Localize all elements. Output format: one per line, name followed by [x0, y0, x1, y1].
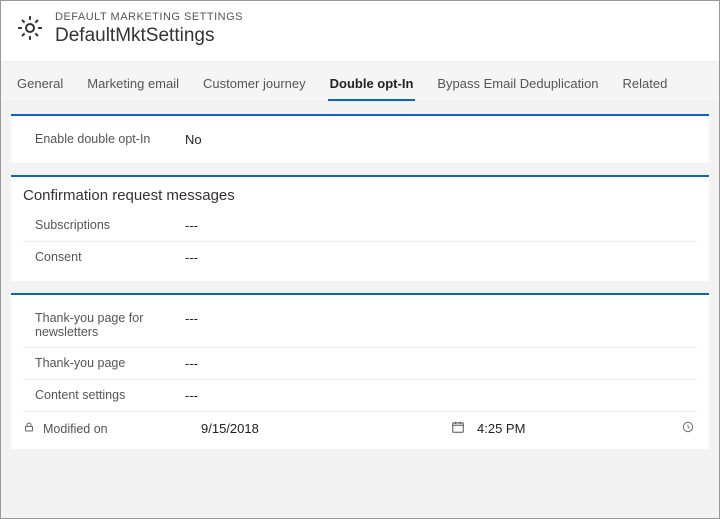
ty-news-label: Thank-you page for newsletters [35, 311, 185, 339]
page-subtitle: DEFAULT MARKETING SETTINGS [55, 11, 243, 23]
section-thankyou-settings: Thank-you page for newsletters --- Thank… [11, 293, 709, 449]
header-text: DEFAULT MARKETING SETTINGS DefaultMktSet… [55, 11, 243, 47]
enable-label: Enable double opt-In [35, 132, 185, 146]
page-header: DEFAULT MARKETING SETTINGS DefaultMktSet… [1, 1, 719, 61]
gear-icon [15, 13, 45, 43]
field-modified-on: Modified on 9/15/2018 4:25 PM [23, 412, 697, 441]
form-content: Enable double opt-In No Confirmation req… [1, 102, 719, 518]
section-confirmation-messages: Confirmation request messages Subscripti… [11, 175, 709, 281]
section-title-confirmation: Confirmation request messages [23, 185, 697, 210]
content-settings-value: --- [185, 388, 697, 403]
tab-customer-journey[interactable]: Customer journey [201, 70, 308, 101]
field-content-settings[interactable]: Content settings --- [23, 380, 697, 412]
tab-general[interactable]: General [15, 70, 65, 101]
calendar-icon[interactable] [451, 420, 469, 437]
lock-icon [23, 421, 37, 436]
field-enable-double-opt-in[interactable]: Enable double opt-In No [23, 124, 697, 155]
field-thankyou-newsletters[interactable]: Thank-you page for newsletters --- [23, 303, 697, 348]
modified-on-label: Modified on [43, 422, 201, 436]
field-consent[interactable]: Consent --- [23, 242, 697, 273]
ty-news-value: --- [185, 311, 697, 326]
tab-marketing-email[interactable]: Marketing email [85, 70, 181, 101]
section-enable: Enable double opt-In No [11, 114, 709, 163]
tab-bypass-email-dedup[interactable]: Bypass Email Deduplication [435, 70, 600, 101]
content-settings-label: Content settings [35, 388, 185, 402]
consent-value: --- [185, 250, 697, 265]
settings-window: DEFAULT MARKETING SETTINGS DefaultMktSet… [0, 0, 720, 519]
clock-icon[interactable] [681, 420, 697, 437]
subscriptions-label: Subscriptions [35, 218, 185, 232]
ty-page-value: --- [185, 356, 697, 371]
subscriptions-value: --- [185, 218, 697, 233]
tab-bar: General Marketing email Customer journey… [1, 61, 719, 102]
tab-double-opt-in[interactable]: Double opt-In [328, 70, 416, 101]
ty-page-label: Thank-you page [35, 356, 185, 370]
enable-value: No [185, 132, 697, 147]
modified-on-date[interactable]: 9/15/2018 [201, 421, 451, 436]
field-thankyou-page[interactable]: Thank-you page --- [23, 348, 697, 380]
page-title: DefaultMktSettings [55, 25, 243, 47]
field-subscriptions[interactable]: Subscriptions --- [23, 210, 697, 242]
consent-label: Consent [35, 250, 185, 264]
tab-related[interactable]: Related [621, 70, 670, 101]
modified-on-time[interactable]: 4:25 PM [477, 421, 681, 436]
